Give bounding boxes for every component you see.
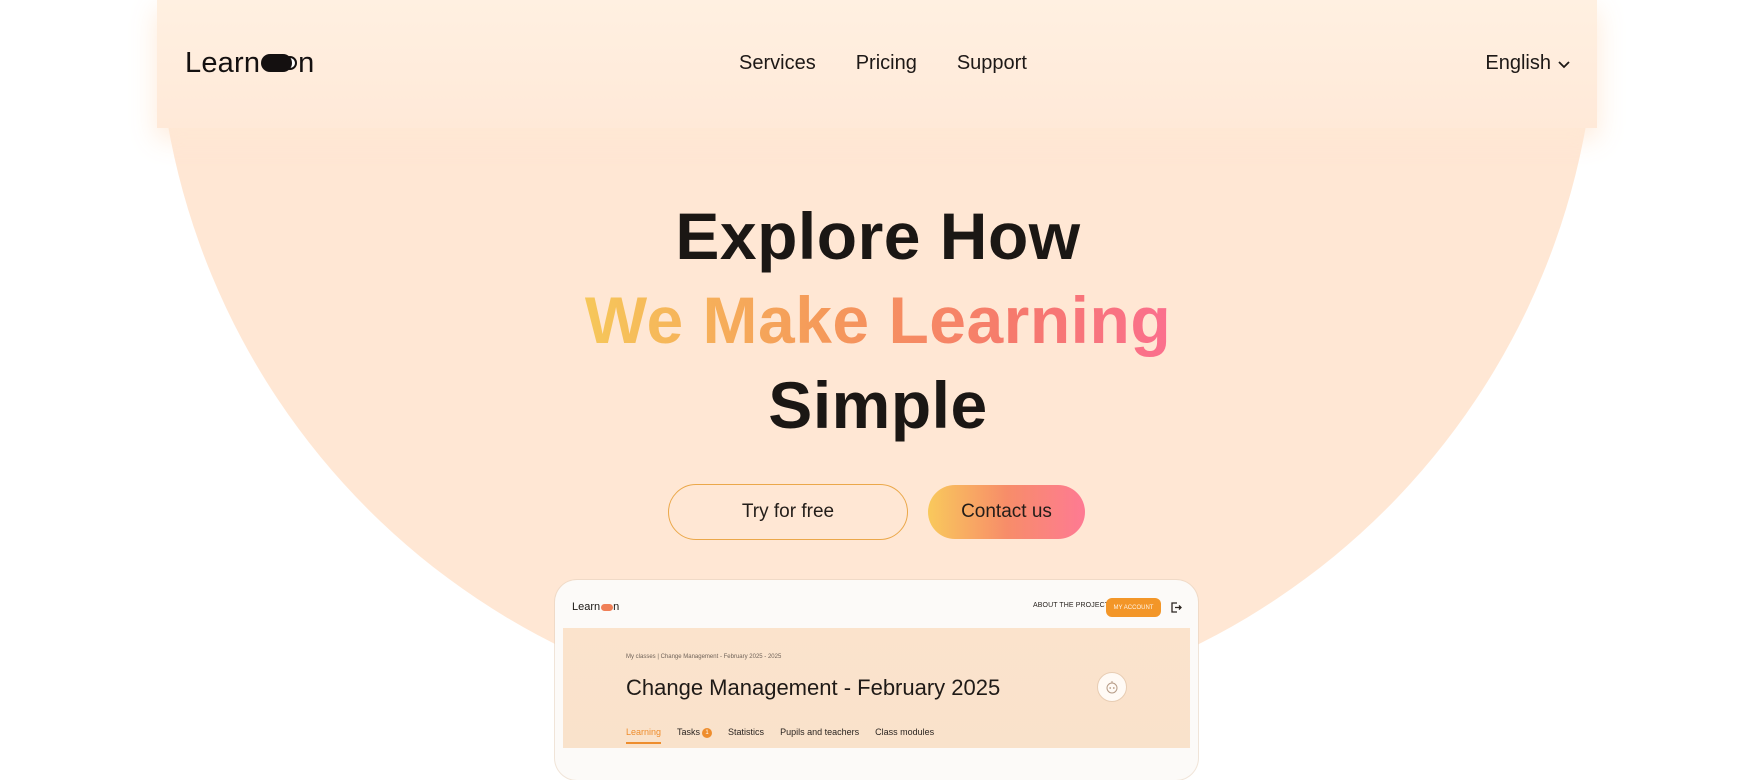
preview-tabs: Learning Tasks 1 Statistics Pupils and te…	[626, 727, 934, 744]
tab-tasks[interactable]: Tasks 1	[677, 727, 713, 738]
main-menu: Services Pricing Support	[739, 52, 1027, 75]
tab-tasks-label: Tasks	[677, 727, 701, 737]
hero-headline-line3: Simple	[768, 368, 988, 442]
nav-item-services[interactable]: Services	[739, 52, 816, 75]
app-preview-card: Learn n ABOUT THE PROJECT MY ACCOUNT My …	[555, 580, 1198, 780]
language-label: English	[1485, 52, 1551, 74]
tasks-count-badge: 1	[702, 727, 713, 738]
preview-class-title: Change Management - February 2025	[626, 675, 1001, 700]
try-for-free-button[interactable]: Try for free	[668, 484, 908, 540]
logo[interactable]: Learn n	[185, 46, 315, 80]
chevron-down-icon	[1558, 60, 1570, 68]
nav-item-pricing[interactable]: Pricing	[856, 52, 917, 75]
contact-us-button[interactable]: Contact us	[928, 485, 1085, 539]
preview-breadcrumb: My classes | Change Management - Februar…	[626, 654, 782, 660]
hero-headline-gradient: We Make Learning	[584, 283, 1172, 357]
preview-class-panel: My classes | Change Management - Februar…	[563, 628, 1190, 748]
preview-header: Learn n ABOUT THE PROJECT MY ACCOUNT	[555, 580, 1198, 628]
logo-toggle-icon	[261, 54, 293, 72]
top-navbar: Learn n Services Pricing Support English	[157, 0, 1597, 128]
preview-logo-text: Learn	[572, 601, 601, 613]
logo-text-end: n	[298, 46, 315, 79]
preview-logo: Learn n	[572, 601, 619, 613]
tab-class-modules[interactable]: Class modules	[875, 727, 934, 738]
language-selector[interactable]: English	[1485, 52, 1571, 75]
preview-logo-toggle-icon	[601, 603, 614, 611]
hero-headline-line1-wrap: Explore How	[0, 203, 1756, 269]
preview-my-account-button[interactable]: MY ACCOUNT	[1106, 598, 1161, 617]
hero-headline-line2-wrap: We Make Learning	[0, 287, 1756, 353]
tab-statistics[interactable]: Statistics	[728, 727, 764, 738]
logo-text-start: Learn	[185, 46, 261, 79]
tab-learning[interactable]: Learning	[626, 727, 662, 744]
hero-headline-line3-wrap: Simple	[0, 372, 1756, 438]
tab-pupils-and-teachers[interactable]: Pupils and teachers	[780, 727, 859, 738]
robot-assistant-icon[interactable]	[1097, 672, 1127, 702]
nav-item-support[interactable]: Support	[957, 52, 1027, 75]
logout-icon[interactable]	[1169, 601, 1182, 614]
preview-logo-tail: n	[613, 601, 620, 613]
preview-about-link[interactable]: ABOUT THE PROJECT	[1033, 602, 1109, 609]
hero-headline-line1: Explore How	[675, 199, 1081, 273]
